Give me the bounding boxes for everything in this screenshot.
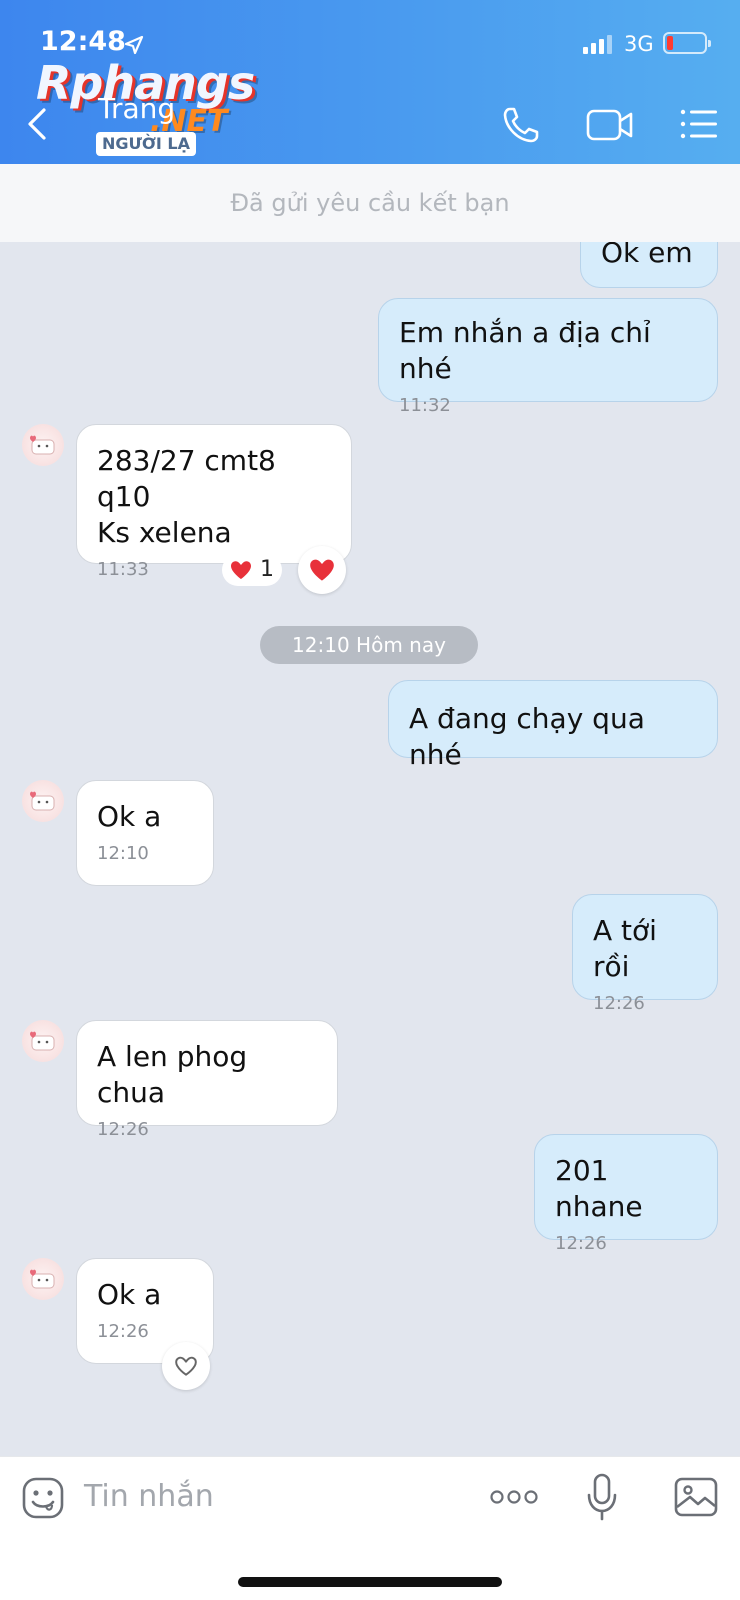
message-composer: Tin nhắn (0, 1456, 740, 1600)
avatar[interactable] (22, 1020, 64, 1062)
avatar[interactable] (22, 1258, 64, 1300)
chat-thread[interactable]: Ok em Em nhắn a địa chỉ nhé 11:32 283/27… (0, 242, 740, 1456)
message-text: Em nhắn a địa chỉ nhé (399, 316, 651, 385)
heart-icon (231, 561, 251, 579)
message-time: 12:10 (97, 843, 149, 864)
message-bubble-incoming[interactable]: 283/27 cmt8 q10 Ks xelena 11:33 (76, 424, 352, 580)
message-text: Ok a (97, 800, 162, 833)
menu-list-icon[interactable] (680, 108, 718, 140)
friend-request-status: Đã gửi yêu cầu kết bạn (0, 164, 740, 242)
message-bubble-incoming[interactable]: Ok a 12:10 (76, 780, 214, 886)
heart-outline-icon (175, 1356, 197, 1376)
network-type: 3G (624, 32, 654, 56)
react-button[interactable] (298, 546, 346, 594)
message-bubble-outgoing[interactable]: Em nhắn a địa chỉ nhé 11:32 (378, 298, 718, 416)
back-icon[interactable] (24, 106, 54, 142)
reaction-count: 1 (260, 557, 274, 582)
message-bubble-outgoing[interactable]: 201 nhane 12:26 (534, 1134, 718, 1254)
message-text: A đang chạy qua nhé (409, 702, 645, 771)
message-time: 12:26 (593, 993, 645, 1014)
home-indicator (238, 1577, 502, 1587)
microphone-icon[interactable] (586, 1473, 618, 1521)
message-time: 11:33 (97, 559, 149, 580)
avatar[interactable] (22, 424, 64, 466)
message-text: 201 nhane (555, 1154, 643, 1223)
reaction-summary[interactable]: 1 (222, 554, 282, 586)
message-bubble-outgoing[interactable]: A đang chạy qua nhé (388, 680, 718, 771)
avatar[interactable] (22, 780, 64, 822)
message-time: 12:26 (97, 1119, 149, 1140)
signal-icon (583, 35, 612, 54)
more-icon[interactable] (490, 1489, 538, 1505)
message-text: 283/27 cmt8 q10 Ks xelena (97, 444, 276, 549)
avatar-image (30, 1031, 55, 1051)
react-button[interactable] (162, 1342, 210, 1390)
message-input[interactable]: Tin nhắn (84, 1479, 214, 1514)
heart-icon (310, 559, 334, 581)
status-time: 12:48 (40, 26, 126, 57)
video-call-icon[interactable] (586, 108, 634, 142)
chat-header: 12:48 3G Rphangs .NET Trang NGƯỜI LẠ (0, 0, 740, 164)
message-text: A tới rồi (593, 914, 657, 983)
location-arrow-icon (124, 35, 144, 55)
message-bubble-outgoing[interactable]: Ok em (580, 242, 718, 288)
phone-icon[interactable] (502, 106, 540, 144)
avatar-image (30, 435, 55, 455)
avatar-image (30, 791, 55, 811)
image-icon[interactable] (674, 1477, 718, 1517)
emoji-icon[interactable] (22, 1477, 64, 1519)
date-separator: 12:10 Hôm nay (260, 626, 478, 664)
message-time: 12:26 (555, 1233, 607, 1254)
message-text: Ok a (97, 1278, 162, 1311)
message-time: 11:32 (399, 395, 451, 416)
battery-icon (663, 32, 711, 54)
message-bubble-incoming[interactable]: A len phog chua 12:26 (76, 1020, 338, 1140)
message-bubble-outgoing[interactable]: A tới rồi 12:26 (572, 894, 718, 1014)
message-text: Ok em (601, 242, 693, 269)
message-text: A len phog chua (97, 1040, 248, 1109)
message-time: 12:26 (97, 1321, 149, 1342)
contact-name[interactable]: Trang (98, 92, 175, 125)
stranger-badge: NGƯỜI LẠ (96, 132, 196, 156)
avatar-image (30, 1269, 55, 1289)
